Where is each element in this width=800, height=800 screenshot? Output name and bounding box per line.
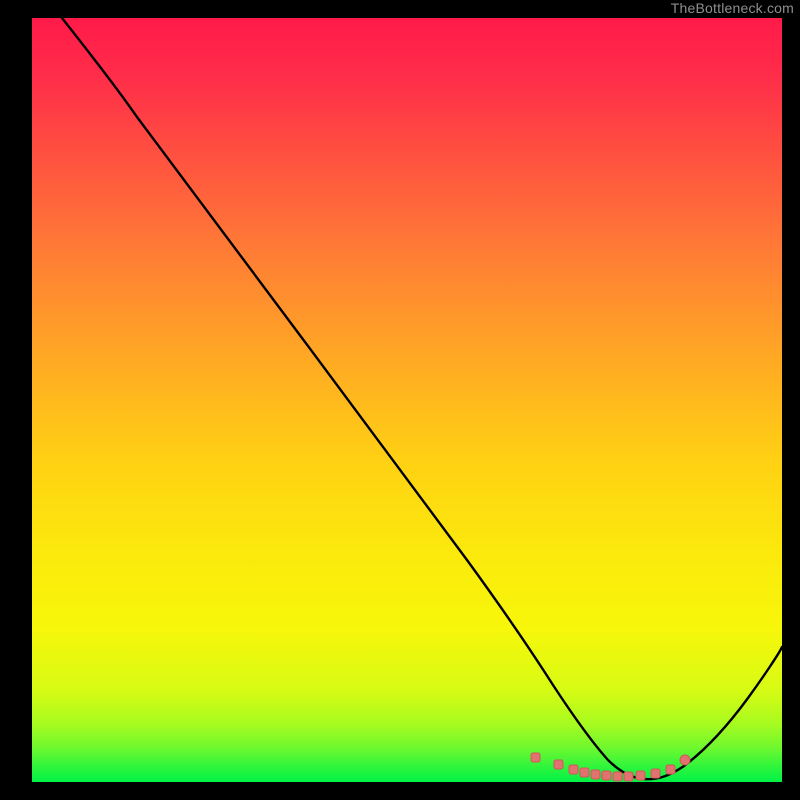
marker-dot-end: [680, 755, 690, 765]
marker-dot: [602, 771, 611, 780]
curve-path: [62, 18, 782, 779]
gradient-plot-area: [32, 18, 782, 782]
marker-dot: [531, 753, 540, 762]
chart-frame: TheBottleneck.com: [0, 0, 800, 800]
marker-dot: [569, 765, 578, 774]
optimal-marker-group: [531, 753, 690, 781]
marker-dot: [666, 765, 675, 774]
watermark-text: TheBottleneck.com: [671, 1, 794, 16]
marker-dot: [613, 772, 622, 781]
bottleneck-curve: [32, 18, 782, 782]
marker-dot: [636, 771, 645, 780]
marker-dot: [624, 772, 633, 781]
marker-dot: [591, 770, 600, 779]
marker-dot: [554, 760, 563, 769]
marker-dot: [651, 769, 660, 778]
marker-dot: [580, 768, 589, 777]
